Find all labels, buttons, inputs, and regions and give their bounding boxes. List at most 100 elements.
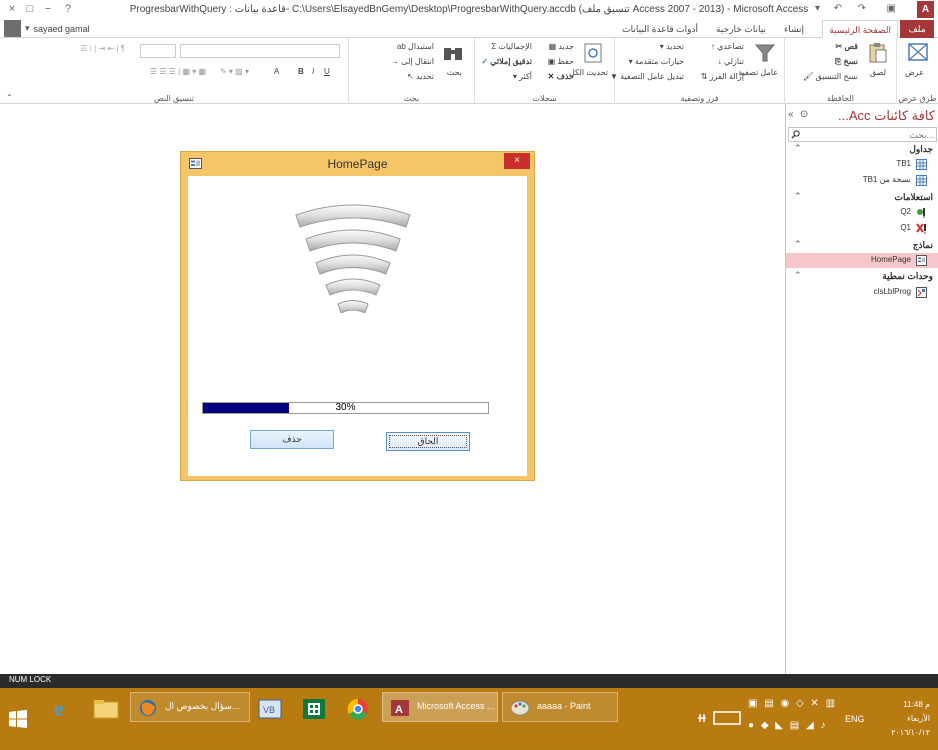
- undo-icon[interactable]: ↶: [834, 3, 842, 14]
- select-button[interactable]: ↖ تحديد: [407, 72, 434, 81]
- redo-icon[interactable]: ↷: [858, 3, 866, 14]
- search-icon[interactable]: [791, 130, 800, 139]
- chevron-up-icon: ⌃: [794, 191, 802, 201]
- group-label-views: طرق عرض: [898, 94, 937, 103]
- nav-search-input[interactable]: [789, 128, 936, 141]
- group-label-clipboard: الحافظة: [827, 94, 854, 103]
- qat-customize-icon[interactable]: ▾: [815, 3, 820, 14]
- nav-item-tb1-copy[interactable]: نسخة من TB1: [786, 173, 938, 188]
- font-color-button[interactable]: A: [274, 67, 279, 76]
- bold-button[interactable]: B: [298, 67, 304, 76]
- delete-query-icon: [916, 223, 926, 234]
- underline-button[interactable]: U: [324, 67, 330, 76]
- tab-home[interactable]: الصفحة الرئيسية: [822, 20, 898, 38]
- goto-button[interactable]: → انتقال إلى: [391, 57, 434, 66]
- user-account[interactable]: ▾ sayaed gamal: [4, 20, 90, 37]
- ribbon-tabs: ▾ sayaed gamal ملف الصفحة الرئيسية إنشاء…: [0, 19, 938, 38]
- binoculars-icon: [444, 48, 462, 60]
- collapse-nav-icon[interactable]: «: [788, 109, 794, 120]
- spelling-button[interactable]: ✓ تدقيق إملائي: [481, 57, 532, 66]
- delete-button[interactable]: حذف: [250, 430, 334, 449]
- totals-button[interactable]: Σ الإجماليات: [491, 42, 532, 51]
- ascending-button[interactable]: ↑ تصاعدي: [711, 42, 744, 51]
- firefox-icon: [140, 700, 156, 716]
- taskbar-access[interactable]: A Microsoft Access ...: [382, 692, 498, 722]
- svg-text:e: e: [54, 696, 64, 721]
- delete-record-button[interactable]: ✕ حذف: [548, 72, 574, 81]
- tab-database-tools[interactable]: أدوات قاعدة البيانات: [616, 20, 704, 38]
- windows-start-icon[interactable]: [9, 710, 27, 728]
- navigation-pane: « ⊙ كافة كائنات Acc... ⌃ جداول TB1 نسخة …: [785, 104, 938, 674]
- battery-icon[interactable]: [696, 708, 744, 728]
- nav-item-q2[interactable]: Q2: [786, 205, 938, 220]
- internet-explorer-icon[interactable]: e: [42, 692, 82, 728]
- nav-item-module[interactable]: clsLblProg: [786, 285, 938, 300]
- font-name-box[interactable]: [180, 44, 340, 58]
- file-explorer-icon[interactable]: [86, 692, 126, 728]
- nav-item-homepage[interactable]: HomePage: [786, 253, 938, 268]
- window-title: ProgresbarWithQuery : قاعدة بيانات- C:\U…: [129, 4, 809, 15]
- advanced-button[interactable]: ▾ خيارات متقدمة: [629, 57, 684, 66]
- clock[interactable]: 11:48 م الأربعاء ٢٠١٦/١٠/١٢: [891, 698, 930, 740]
- group-label-sort-filter: فرز وتصفية: [680, 94, 719, 103]
- nav-header: « ⊙ كافة كائنات Acc...: [786, 107, 938, 125]
- align-buttons[interactable]: ☰ ☰ ☰ | ▦ ▾ ▦: [150, 67, 206, 76]
- language-indicator[interactable]: ENG: [845, 714, 865, 724]
- group-label-text-formatting: تنسيق النص: [154, 94, 194, 103]
- format-painter-button[interactable]: 🖌 نسخ التنسيق: [803, 72, 858, 81]
- nav-category-tables[interactable]: ⌃ جداول: [786, 143, 938, 157]
- copy-button[interactable]: ⎘ نسخ: [835, 57, 858, 67]
- more-button[interactable]: ▾ أكثر: [513, 72, 532, 81]
- store-icon[interactable]: [294, 692, 334, 728]
- nav-item-q1[interactable]: Q1: [786, 221, 938, 236]
- taskbar-paint[interactable]: aaaaa - Paint: [502, 692, 618, 722]
- filter-button[interactable]: عامل تصفية: [738, 68, 778, 78]
- remove-sort-button[interactable]: ⇅ إزالة الفرز: [701, 72, 744, 81]
- refresh-icon: [584, 43, 602, 63]
- list-buttons[interactable]: ☰ ⁝ | ⇥ ⇤ | ¶: [80, 44, 125, 53]
- chevron-up-icon: ⌃: [794, 143, 802, 153]
- selection-button[interactable]: ▾ تحديد: [660, 42, 684, 51]
- toggle-filter-button[interactable]: ▼ تبديل عامل التصفية: [610, 72, 684, 81]
- tab-external-data[interactable]: بيانات خارجية: [710, 20, 772, 38]
- signal-graphic: [295, 204, 411, 313]
- append-button[interactable]: الحاق: [386, 432, 470, 451]
- status-bar: NUM LOCK: [0, 674, 938, 688]
- table-icon: [916, 175, 927, 186]
- nav-category-forms[interactable]: ⌃ نماذج: [786, 239, 938, 253]
- tab-file[interactable]: ملف: [900, 20, 934, 38]
- close-icon[interactable]: ×: [504, 153, 530, 169]
- tray-icons[interactable]: ▣ ▤ ◉ ◇ ✕ ▥: [748, 698, 837, 709]
- chrome-icon[interactable]: [338, 692, 378, 728]
- nav-menu-icon[interactable]: ⊙: [800, 109, 808, 120]
- taskbar-label: سؤال بخصوص ال...: [165, 701, 240, 711]
- taskbar-firefox[interactable]: سؤال بخصوص ال...: [130, 692, 250, 722]
- find-button[interactable]: بحث: [447, 68, 462, 77]
- highlight-buttons[interactable]: ✎ ▾ ▨ ▾: [220, 67, 249, 76]
- nav-item-tb1[interactable]: TB1: [786, 157, 938, 172]
- chevron-up-icon: ⌃: [794, 270, 802, 280]
- replace-button[interactable]: ab استبدال: [397, 42, 434, 51]
- font-size-box[interactable]: [140, 44, 176, 58]
- new-record-button[interactable]: ▦ جديد: [549, 42, 574, 51]
- nav-search: [788, 127, 937, 142]
- cut-button[interactable]: ✂ قص: [835, 42, 858, 51]
- tray-icons-2[interactable]: ● ◆ ◣ ▤ ◢ ♪: [748, 720, 827, 731]
- descending-button[interactable]: ↓ تنازلي: [718, 57, 744, 66]
- paste-button[interactable]: لصق: [870, 68, 886, 77]
- collapse-ribbon-icon[interactable]: ⌃: [6, 93, 13, 102]
- save-icon[interactable]: ▣: [887, 3, 896, 14]
- tab-create[interactable]: إنشاء: [778, 20, 810, 38]
- visual-basic-icon[interactable]: VB: [250, 692, 290, 728]
- group-records: تحديث الكل ▦ جديد ▣ حفظ ✕ حذف Σ الإجمالي…: [474, 38, 614, 104]
- nav-title[interactable]: كافة كائنات Acc...: [838, 108, 935, 124]
- access-icon: A: [391, 700, 409, 716]
- refresh-all-button[interactable]: تحديث الكل: [569, 68, 608, 78]
- form-title: HomePage: [327, 157, 388, 171]
- nav-category-modules[interactable]: ⌃ وحدات نمطية: [786, 270, 938, 284]
- save-record-button[interactable]: ▣ حفظ: [548, 57, 574, 66]
- nav-category-queries[interactable]: ⌃ استعلامات: [786, 191, 938, 205]
- nav-item-label: Q1: [900, 223, 911, 232]
- view-button[interactable]: عرض: [905, 68, 924, 77]
- italic-button[interactable]: I: [312, 67, 314, 76]
